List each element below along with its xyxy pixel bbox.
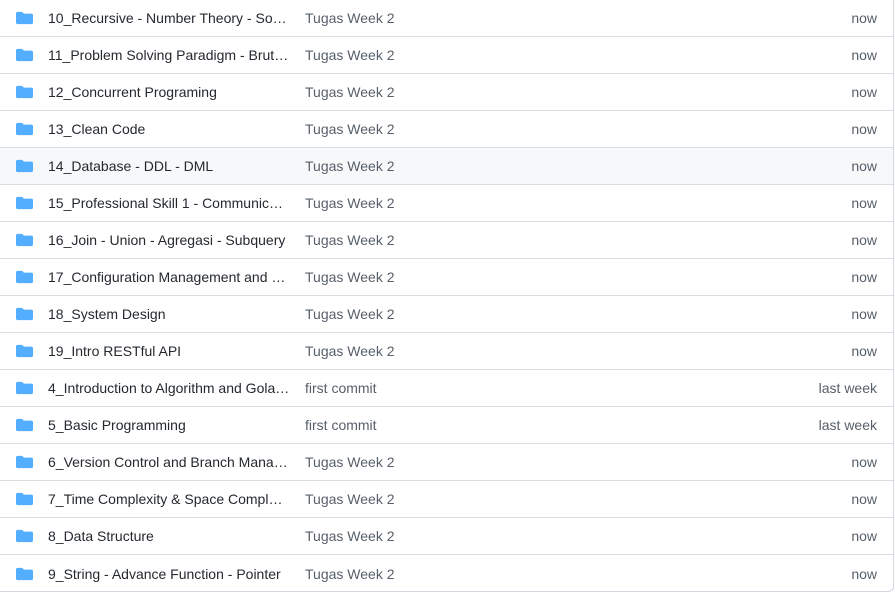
folder-name-link[interactable]: 7_Time Complexity & Space Complexity xyxy=(48,491,290,507)
table-row[interactable]: 12_Concurrent Programing Tugas Week 2 now xyxy=(0,74,893,111)
folder-icon xyxy=(16,85,33,99)
commit-age: now xyxy=(851,343,877,359)
commit-message-link[interactable]: first commit xyxy=(305,417,705,433)
commit-age: now xyxy=(851,232,877,248)
folder-icon xyxy=(16,529,33,543)
commit-message-link[interactable]: Tugas Week 2 xyxy=(305,10,705,26)
commit-message-link[interactable]: Tugas Week 2 xyxy=(305,195,705,211)
table-row[interactable]: 10_Recursive - Number Theory - Sorting -… xyxy=(0,0,893,37)
commit-age: now xyxy=(851,10,877,26)
folder-icon xyxy=(16,455,33,469)
folder-icon xyxy=(16,122,33,136)
commit-message-link[interactable]: Tugas Week 2 xyxy=(305,158,705,174)
table-row[interactable]: 11_Problem Solving Paradigm - Brute Forc… xyxy=(0,37,893,74)
folder-icon xyxy=(16,233,33,247)
folder-icon xyxy=(16,307,33,321)
folder-icon xyxy=(16,159,33,173)
table-row[interactable]: 6_Version Control and Branch Management T… xyxy=(0,444,893,481)
commit-age: now xyxy=(851,195,877,211)
commit-message-link[interactable]: Tugas Week 2 xyxy=(305,528,705,544)
folder-icon xyxy=(16,418,33,432)
folder-icon xyxy=(16,270,33,284)
table-row[interactable]: 13_Clean Code Tugas Week 2 now xyxy=(0,111,893,148)
table-row[interactable]: 18_System Design Tugas Week 2 now xyxy=(0,296,893,333)
folder-name-link[interactable]: 14_Database - DDL - DML xyxy=(48,158,290,174)
folder-icon xyxy=(16,11,33,25)
table-row[interactable]: 7_Time Complexity & Space Complexity Tuga… xyxy=(0,481,893,518)
table-row[interactable]: 8_Data Structure Tugas Week 2 now xyxy=(0,518,893,555)
commit-message-link[interactable]: Tugas Week 2 xyxy=(305,47,705,63)
folder-name-link[interactable]: 9_String - Advance Function - Pointer xyxy=(48,566,290,582)
folder-icon xyxy=(16,344,33,358)
commit-message-link[interactable]: Tugas Week 2 xyxy=(305,306,705,322)
commit-message-link[interactable]: Tugas Week 2 xyxy=(305,491,705,507)
commit-message-link[interactable]: Tugas Week 2 xyxy=(305,232,705,248)
commit-message-link[interactable]: Tugas Week 2 xyxy=(305,269,705,285)
folder-name-link[interactable]: 5_Basic Programming xyxy=(48,417,290,433)
commit-age: now xyxy=(851,306,877,322)
commit-age: now xyxy=(851,454,877,470)
table-row[interactable]: 15_Professional Skill 1 - Communication T… xyxy=(0,185,893,222)
commit-age: now xyxy=(851,121,877,137)
table-row[interactable]: 5_Basic Programming first commit last week xyxy=(0,407,893,444)
commit-message-link[interactable]: Tugas Week 2 xyxy=(305,343,705,359)
folder-icon xyxy=(16,567,33,581)
commit-message-link[interactable]: Tugas Week 2 xyxy=(305,84,705,100)
table-row[interactable]: 14_Database - DDL - DML Tugas Week 2 now xyxy=(0,148,893,185)
folder-icon xyxy=(16,196,33,210)
commit-age: now xyxy=(851,565,877,582)
folder-name-link[interactable]: 10_Recursive - Number Theory - Sorting -… xyxy=(48,10,290,26)
commit-age: now xyxy=(851,491,877,507)
commit-age: now xyxy=(851,158,877,174)
folder-name-link[interactable]: 17_Configuration Management and CLI xyxy=(48,269,290,285)
folder-icon xyxy=(16,492,33,506)
commit-age: now xyxy=(851,84,877,100)
commit-message-link[interactable]: Tugas Week 2 xyxy=(305,566,705,582)
table-row[interactable]: 17_Configuration Management and CLI Tugas… xyxy=(0,259,893,296)
file-list: 10_Recursive - Number Theory - Sorting -… xyxy=(0,0,894,592)
folder-name-link[interactable]: 4_Introduction to Algorithm and Golang xyxy=(48,380,290,396)
folder-name-link[interactable]: 12_Concurrent Programing xyxy=(48,84,290,100)
table-row[interactable]: 19_Intro RESTful API Tugas Week 2 now xyxy=(0,333,893,370)
folder-icon xyxy=(16,381,33,395)
folder-name-link[interactable]: 16_Join - Union - Agregasi - Subquery xyxy=(48,232,290,248)
folder-name-link[interactable]: 13_Clean Code xyxy=(48,121,290,137)
commit-age: last week xyxy=(818,417,877,433)
commit-message-link[interactable]: Tugas Week 2 xyxy=(305,454,705,470)
folder-name-link[interactable]: 18_System Design xyxy=(48,306,290,322)
folder-name-link[interactable]: 19_Intro RESTful API xyxy=(48,343,290,359)
commit-message-link[interactable]: first commit xyxy=(305,380,705,396)
table-row[interactable]: 4_Introduction to Algorithm and Golang fi… xyxy=(0,370,893,407)
folder-icon xyxy=(16,48,33,62)
folder-name-link[interactable]: 15_Professional Skill 1 - Communication xyxy=(48,195,290,211)
commit-age: now xyxy=(851,47,877,63)
folder-name-link[interactable]: 8_Data Structure xyxy=(48,528,290,544)
table-row[interactable]: 16_Join - Union - Agregasi - Subquery Tug… xyxy=(0,222,893,259)
folder-name-link[interactable]: 11_Problem Solving Paradigm - Brute Forc… xyxy=(48,47,290,63)
commit-age: now xyxy=(851,528,877,544)
commit-age: now xyxy=(851,269,877,285)
table-row[interactable]: 9_String - Advance Function - Pointer Tug… xyxy=(0,555,893,591)
commit-age: last week xyxy=(818,380,877,396)
folder-name-link[interactable]: 6_Version Control and Branch Management xyxy=(48,454,290,470)
commit-message-link[interactable]: Tugas Week 2 xyxy=(305,121,705,137)
